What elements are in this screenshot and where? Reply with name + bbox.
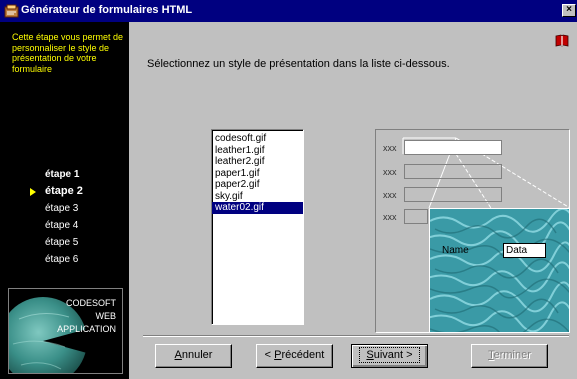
style-list-item-selected[interactable]: water02.gif	[212, 202, 303, 214]
button-separator	[143, 335, 569, 337]
step-item-3: étape 3	[45, 203, 79, 214]
preview-data-field: Data	[503, 243, 546, 258]
close-icon: ×	[566, 4, 572, 15]
style-list-item[interactable]: sky.gif	[212, 191, 303, 203]
style-list-item[interactable]: codesoft.gif	[212, 133, 303, 145]
style-preview: xxx xxx xxx xxx Name Data	[375, 129, 570, 333]
next-button[interactable]: Suivant >	[351, 344, 428, 368]
triangle-right-icon	[30, 188, 36, 196]
preview-field	[404, 140, 502, 155]
preview-field-label: xxx	[383, 212, 397, 222]
style-list-item[interactable]: leather2.gif	[212, 156, 303, 168]
step-item-2: étape 2	[30, 183, 83, 200]
step-item-6: étape 6	[45, 254, 79, 265]
logo-text: CODESOFT WEB APPLICATION	[57, 298, 116, 334]
preview-field	[404, 164, 502, 179]
title-bar: Générateur de formulaires HTML ×	[0, 0, 577, 22]
preview-field-label: xxx	[383, 167, 397, 177]
preview-field	[404, 187, 502, 202]
step-item-4: étape 4	[45, 220, 79, 231]
book-help-icon[interactable]	[555, 34, 569, 47]
codesoft-logo: CODESOFT WEB APPLICATION	[8, 288, 123, 374]
preview-field-label: xxx	[383, 143, 397, 153]
style-listbox[interactable]: codesoft.gif leather1.gif leather2.gif p…	[211, 129, 304, 325]
step-item-1: étape 1	[45, 169, 80, 180]
window-title: Générateur de formulaires HTML	[21, 4, 193, 16]
wizard-sidebar: Cette étape vous permet de personnaliser…	[0, 22, 129, 379]
preview-name-label: Name	[442, 245, 469, 256]
water-texture-zoom: Name Data	[429, 208, 569, 332]
step-description: Cette étape vous permet de personnaliser…	[12, 32, 124, 74]
instruction-text: Sélectionnez un style de présentation da…	[147, 58, 450, 70]
wizard-window: Générateur de formulaires HTML × Cette é…	[0, 0, 577, 379]
wizard-content: Sélectionnez un style de présentation da…	[129, 22, 577, 379]
step-item-5: étape 5	[45, 237, 79, 248]
preview-field	[404, 209, 428, 224]
style-list-item[interactable]: paper2.gif	[212, 179, 303, 191]
style-list-item[interactable]: leather1.gif	[212, 145, 303, 157]
focus-rect: Suivant >	[359, 347, 420, 363]
style-list-item[interactable]: paper1.gif	[212, 168, 303, 180]
close-button[interactable]: ×	[562, 4, 576, 17]
previous-button[interactable]: < Précédent	[256, 344, 333, 368]
cancel-button[interactable]: Annuler	[155, 344, 232, 368]
water-texture	[430, 209, 569, 332]
step-list: étape 1 étape 2 étape 3 étape 4 étape 5 …	[30, 166, 83, 268]
finish-button[interactable]: Terminer	[471, 344, 548, 368]
form-generator-icon	[4, 4, 19, 18]
preview-field-label: xxx	[383, 190, 397, 200]
